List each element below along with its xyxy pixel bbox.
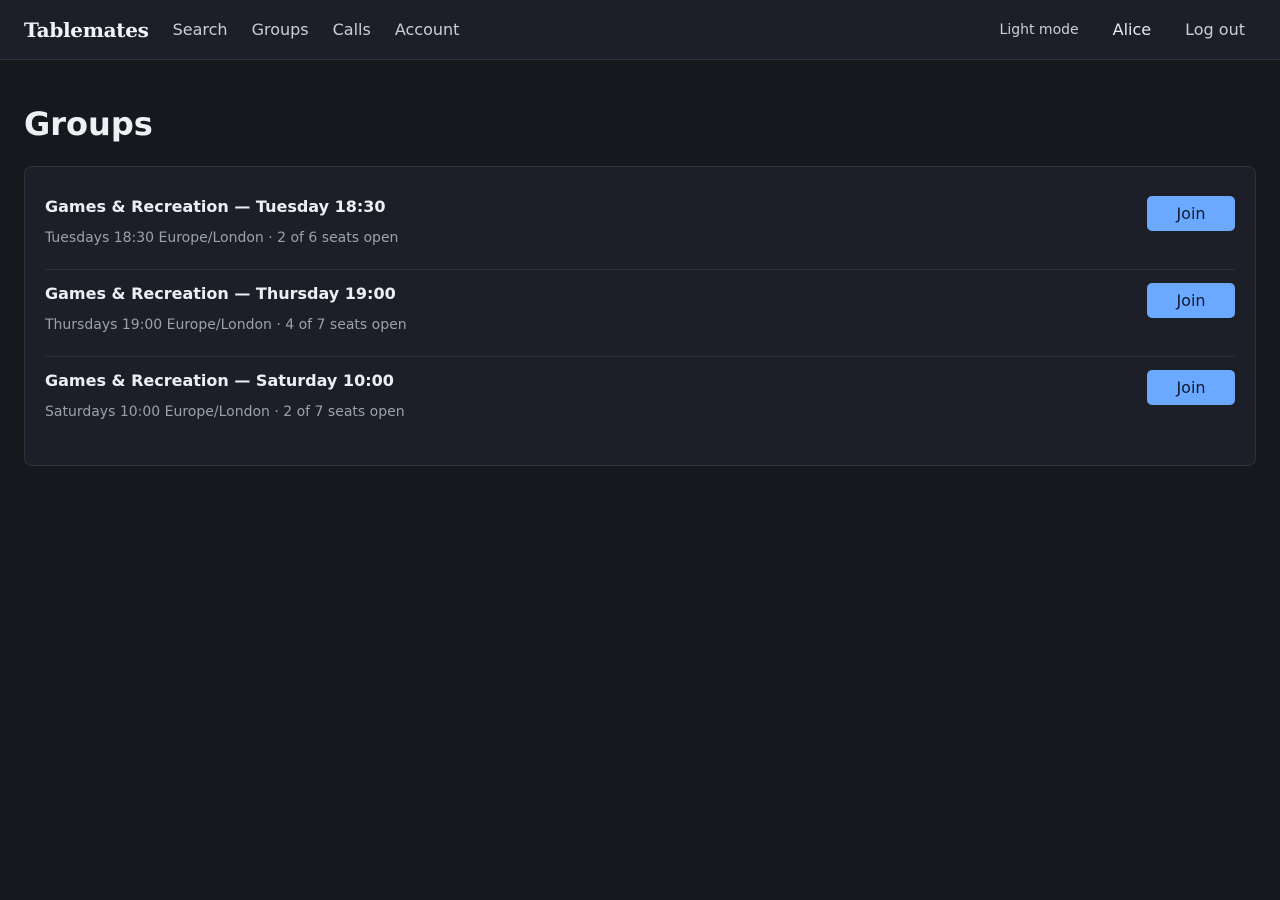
group-schedule-seats: Tuesdays 18:30 Europe/London · 2 of 6 se… (45, 230, 399, 246)
group-info: Games & Recreation — Thursday 19:00 Thur… (45, 282, 407, 334)
nav-calls-link[interactable]: Calls (333, 20, 371, 39)
join-button[interactable]: Join (1147, 370, 1235, 405)
user-controls: Light mode Alice Log out (1000, 20, 1256, 39)
group-list-item: Games & Recreation — Thursday 19:00 Thur… (45, 270, 1235, 357)
main-content: Groups Games & Recreation — Tuesday 18:3… (0, 60, 1280, 466)
page-title: Groups (24, 105, 153, 143)
main-nav: Search Groups Calls Account (173, 20, 460, 39)
group-list-item: Games & Recreation — Tuesday 18:30 Tuesd… (45, 183, 1235, 270)
group-title: Games & Recreation — Tuesday 18:30 (45, 197, 386, 216)
join-button[interactable]: Join (1147, 283, 1235, 318)
logout-link[interactable]: Log out (1185, 20, 1245, 39)
group-list-item: Games & Recreation — Saturday 10:00 Satu… (45, 357, 1235, 444)
top-navigation-bar: Tablemates Search Groups Calls Account L… (0, 0, 1280, 60)
current-user-name: Alice (1112, 20, 1152, 39)
nav-groups-link[interactable]: Groups (252, 20, 309, 39)
group-info: Games & Recreation — Saturday 10:00 Satu… (45, 369, 405, 421)
group-title: Games & Recreation — Thursday 19:00 (45, 284, 396, 303)
light-mode-toggle[interactable]: Light mode (1000, 22, 1079, 38)
nav-search-link[interactable]: Search (173, 20, 228, 39)
group-schedule-seats: Thursdays 19:00 Europe/London · 4 of 7 s… (45, 317, 407, 333)
brand-logo[interactable]: Tablemates (24, 18, 149, 42)
join-button[interactable]: Join (1147, 196, 1235, 231)
nav-account-link[interactable]: Account (395, 20, 460, 39)
groups-list: Games & Recreation — Tuesday 18:30 Tuesd… (24, 166, 1256, 466)
group-info: Games & Recreation — Tuesday 18:30 Tuesd… (45, 195, 398, 247)
group-title: Games & Recreation — Saturday 10:00 (45, 371, 394, 390)
group-schedule-seats: Saturdays 10:00 Europe/London · 2 of 7 s… (45, 404, 405, 420)
